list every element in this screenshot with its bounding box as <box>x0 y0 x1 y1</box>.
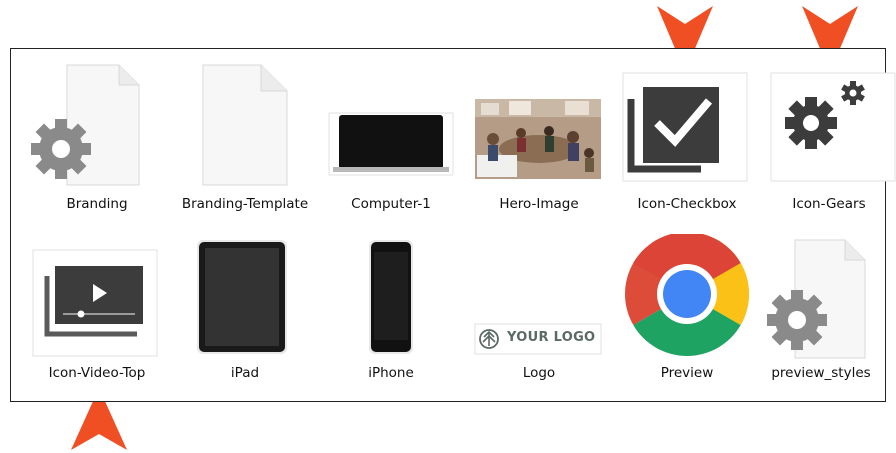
file-name: Icon-Checkbox <box>637 196 737 212</box>
file-name: Icon-Video-Top <box>48 365 146 381</box>
file-name: Hero-Image <box>499 196 579 212</box>
file-list-panel: Branding Branding-Template Computer-1 He… <box>10 48 896 402</box>
laptop-thumbnail <box>328 112 454 176</box>
file-name: Preview <box>660 365 714 381</box>
phone-thumbnail <box>369 240 413 354</box>
file-item-preview[interactable]: Preview <box>617 234 757 384</box>
file-name: preview_styles <box>771 365 871 381</box>
file-item-hero-image[interactable]: Hero-Image <box>469 57 609 217</box>
settings-file-icon <box>31 64 140 186</box>
checkbox-thumbnail <box>622 72 748 182</box>
file-item-computer-1[interactable]: Computer-1 <box>321 57 461 217</box>
file-item-icon-checkbox[interactable]: Icon-Checkbox <box>617 57 757 217</box>
file-item-iphone[interactable]: iPhone <box>321 234 461 384</box>
file-name: Branding <box>66 196 128 212</box>
file-item-icon-gears[interactable]: Icon-Gears <box>759 57 896 217</box>
gears-thumbnail <box>770 72 896 182</box>
file-item-logo[interactable]: YOUR LOGO Logo <box>469 234 609 384</box>
file-name: Icon-Gears <box>792 196 866 212</box>
chrome-icon <box>625 234 749 356</box>
video-thumbnail <box>32 249 158 357</box>
file-item-preview-styles[interactable]: preview_styles <box>751 234 891 384</box>
file-name: iPad <box>230 365 260 381</box>
photo-thumbnail <box>475 99 601 179</box>
blank-file-icon <box>202 64 288 186</box>
file-name: iPhone <box>368 365 414 381</box>
file-name: Logo <box>522 365 556 381</box>
file-item-ipad[interactable]: iPad <box>175 234 315 384</box>
file-item-icon-video-top[interactable]: Icon-Video-Top <box>27 234 167 384</box>
file-name: Branding-Template <box>181 196 309 212</box>
file-name: Computer-1 <box>351 196 431 212</box>
file-item-branding[interactable]: Branding <box>27 57 167 217</box>
logo-text: YOUR LOGO <box>507 330 596 345</box>
file-item-branding-template[interactable]: Branding-Template <box>175 57 315 233</box>
settings-file-icon <box>767 239 866 359</box>
tablet-thumbnail <box>197 240 287 354</box>
